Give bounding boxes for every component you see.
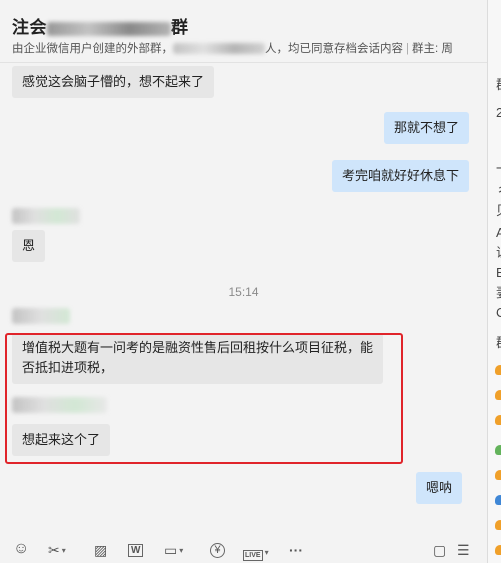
subtitle-prefix: 由企业微信用户创建的外部群， <box>12 43 173 55</box>
redacted-sender-name <box>12 208 80 224</box>
message-bubble[interactable]: 那就不想了 <box>384 112 470 144</box>
message-bubble[interactable]: 感觉这会脑子懵的，想不起来了 <box>12 66 215 98</box>
group-subtitle: 由企业微信用户创建的外部群， 人，均已同意存档会话内容 | 群主: 周 <box>12 43 453 55</box>
group-title-suffix: 群 <box>171 18 189 37</box>
sidepanel-text: 群 <box>496 335 501 351</box>
right-side-panel: 群 2 一 彳 贝 A 证 E 妻 C 群 <box>487 0 501 563</box>
group-owner[interactable]: 群主: 周 <box>412 43 453 55</box>
emoji-icon[interactable]: ☺ <box>13 541 29 557</box>
redacted-sender-name <box>12 308 70 324</box>
highlight-box <box>5 333 403 464</box>
sidepanel-text: A <box>496 225 501 241</box>
member-avatar-icon[interactable] <box>495 545 501 555</box>
sidepanel-text: C <box>496 305 501 321</box>
live-icon[interactable]: LIVE ▾ <box>243 544 269 561</box>
member-avatar-icon[interactable] <box>495 520 501 530</box>
message-list[interactable]: 感觉这会脑子懵的，想不起来了 那就不想了 考完咱就好好休息下 恩 15:14 增… <box>0 63 487 535</box>
folder-icon[interactable]: ▭ ▾ <box>164 542 183 559</box>
more-icon[interactable]: ··· <box>289 542 303 558</box>
live-glyph: LIVE <box>243 550 263 561</box>
redacted-member-count <box>173 43 265 55</box>
message-timestamp: 15:14 <box>228 285 259 299</box>
chat-record-icon[interactable]: ▢ <box>433 542 446 558</box>
sidepanel-text: 证 <box>496 245 501 261</box>
message-bubble[interactable]: 恩 <box>12 230 46 262</box>
input-toolbar: ☺ ✂ ▾ ▨ W ▭ ▾ ¥ LIVE ▾ ··· ▢ ☰ <box>0 538 487 563</box>
sidepanel-text: E <box>496 265 501 281</box>
group-title-prefix: 注会 <box>12 18 47 37</box>
redacted-group-name <box>47 21 171 36</box>
message-bubble[interactable]: 考完咱就好好休息下 <box>332 160 470 192</box>
member-avatar-icon[interactable] <box>495 445 501 455</box>
group-title: 注会 群 <box>12 13 189 38</box>
scissors-icon: ✂ <box>48 542 60 558</box>
message-bubble[interactable]: 嗯呐 <box>416 472 463 504</box>
image-icon[interactable]: ▨ <box>94 542 107 558</box>
sidepanel-text: 群 <box>496 77 501 93</box>
yen-icon[interactable]: ¥ <box>210 543 225 558</box>
member-avatar-icon[interactable] <box>495 470 501 480</box>
word-doc-icon[interactable]: W <box>128 544 144 557</box>
sidepanel-text: 2 <box>496 105 501 121</box>
sidepanel-text: 彳 <box>496 183 501 199</box>
sidepanel-text: 贝 <box>496 203 501 219</box>
subtitle-archive-notice: 人，均已同意存档会话内容 <box>265 43 403 55</box>
sidepanel-text: 一 <box>496 161 501 177</box>
sidepanel-text: 妻 <box>496 285 501 301</box>
member-avatar-icon[interactable] <box>495 415 501 425</box>
screenshot-icon[interactable]: ✂ ▾ <box>48 542 66 559</box>
member-avatar-icon[interactable] <box>495 390 501 400</box>
member-avatar-icon[interactable] <box>495 365 501 375</box>
member-avatar-icon[interactable] <box>495 495 501 505</box>
panel-icon[interactable]: ☰ <box>457 542 470 558</box>
folder-glyph: ▭ <box>164 542 178 558</box>
chat-header: 注会群 由企业微信用户创建的外部群， 人，均已同意存档会话内容 | 群主: 周 <box>0 0 487 63</box>
